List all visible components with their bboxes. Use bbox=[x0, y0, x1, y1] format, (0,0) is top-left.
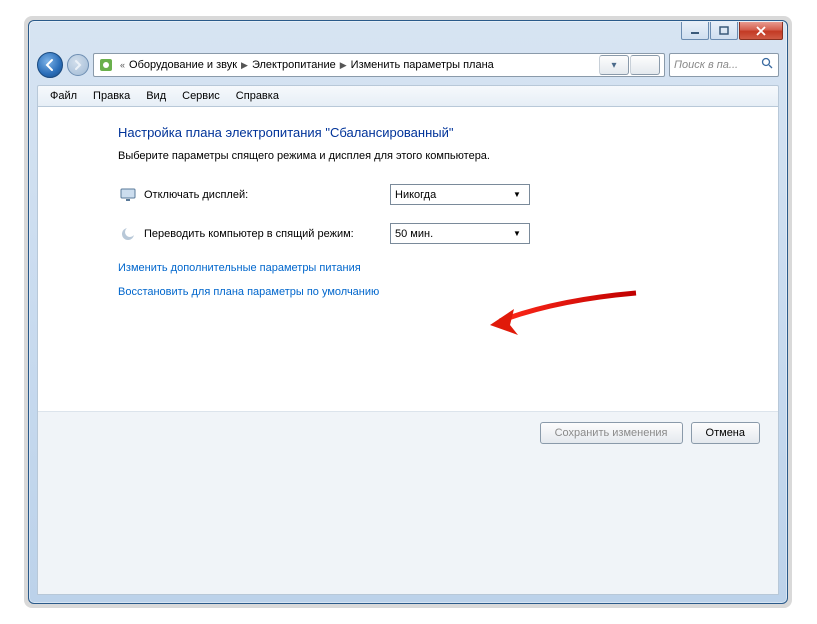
breadcrumb-chevrons: « bbox=[120, 60, 125, 70]
maximize-button[interactable] bbox=[710, 22, 738, 40]
refresh-button[interactable] bbox=[630, 55, 660, 75]
search-icon bbox=[761, 57, 774, 73]
arrow-left-icon bbox=[43, 58, 57, 72]
menu-bar: Файл Правка Вид Сервис Справка bbox=[37, 85, 779, 107]
chevron-down-icon: ▼ bbox=[509, 186, 525, 203]
address-bar[interactable]: « Оборудование и звук ▶ Электропитание ▶… bbox=[93, 53, 665, 77]
moon-icon bbox=[118, 226, 138, 242]
chevron-right-icon: ▶ bbox=[241, 60, 248, 71]
window-frame: « Оборудование и звук ▶ Электропитание ▶… bbox=[28, 20, 788, 604]
search-input[interactable]: Поиск в па... bbox=[669, 53, 779, 77]
close-icon bbox=[755, 26, 767, 36]
setting-label: Переводить компьютер в спящий режим: bbox=[144, 228, 390, 240]
dropdown-value: 50 мин. bbox=[395, 228, 433, 240]
setting-label: Отключать дисплей: bbox=[144, 189, 390, 201]
footer-button-row: Сохранить изменения Отмена bbox=[38, 411, 778, 594]
chevron-right-icon: ▶ bbox=[340, 60, 347, 71]
breadcrumb-item[interactable]: Оборудование и звук bbox=[129, 59, 237, 71]
content-area: Настройка плана электропитания "Сбаланси… bbox=[38, 107, 778, 298]
search-placeholder: Поиск в па... bbox=[674, 59, 738, 71]
page-description: Выберите параметры спящего режима и дисп… bbox=[118, 150, 698, 162]
breadcrumb-item[interactable]: Изменить параметры плана bbox=[351, 59, 494, 71]
arrow-right-icon bbox=[72, 59, 84, 71]
client-area: Настройка плана электропитания "Сбаланси… bbox=[37, 107, 779, 595]
link-advanced-settings[interactable]: Изменить дополнительные параметры питани… bbox=[118, 262, 698, 274]
menu-help[interactable]: Справка bbox=[228, 88, 287, 104]
maximize-icon bbox=[719, 26, 729, 36]
forward-button[interactable] bbox=[67, 54, 89, 76]
minimize-icon bbox=[690, 26, 700, 36]
monitor-icon bbox=[118, 187, 138, 203]
back-button[interactable] bbox=[37, 52, 63, 78]
menu-file[interactable]: Файл bbox=[42, 88, 85, 104]
control-panel-icon bbox=[98, 57, 114, 73]
minimize-button[interactable] bbox=[681, 22, 709, 40]
setting-display-off: Отключать дисплей: Никогда ▼ bbox=[118, 184, 698, 205]
menu-view[interactable]: Вид bbox=[138, 88, 174, 104]
page-heading: Настройка плана электропитания "Сбаланси… bbox=[118, 125, 698, 140]
save-button[interactable]: Сохранить изменения bbox=[540, 422, 683, 444]
menu-edit[interactable]: Правка bbox=[85, 88, 138, 104]
address-dropdown-button[interactable]: ▾ bbox=[599, 55, 629, 75]
links-section: Изменить дополнительные параметры питани… bbox=[118, 262, 698, 298]
sleep-dropdown[interactable]: 50 мин. ▼ bbox=[390, 223, 530, 244]
menu-tools[interactable]: Сервис bbox=[174, 88, 228, 104]
title-bar bbox=[29, 21, 787, 49]
breadcrumb-item[interactable]: Электропитание bbox=[252, 59, 336, 71]
chevron-down-icon: ▼ bbox=[509, 225, 525, 242]
setting-sleep: Переводить компьютер в спящий режим: 50 … bbox=[118, 223, 698, 244]
display-off-dropdown[interactable]: Никогда ▼ bbox=[390, 184, 530, 205]
link-restore-defaults[interactable]: Восстановить для плана параметры по умол… bbox=[118, 286, 698, 298]
cancel-button[interactable]: Отмена bbox=[691, 422, 760, 444]
close-button[interactable] bbox=[739, 22, 783, 40]
dropdown-value: Никогда bbox=[395, 189, 436, 201]
navigation-row: « Оборудование и звук ▶ Электропитание ▶… bbox=[37, 49, 779, 81]
